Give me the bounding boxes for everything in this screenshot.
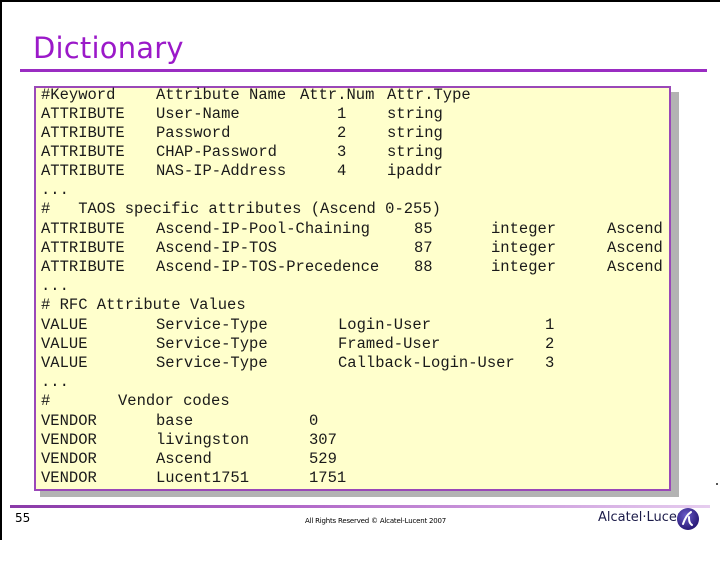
value-name: Login-User [338,316,432,334]
value-num: 2 [545,335,555,353]
attribute-num: 3 [337,143,347,161]
keyword: VENDOR [41,412,97,430]
attribute-name: Password [156,124,231,142]
attribute-num: 85 [414,220,433,238]
vendor-code: 529 [309,450,337,468]
attribute-type: string [387,143,443,161]
value-name: Callback-Login-User [338,354,515,372]
attribute-vendor: Ascend [607,258,663,276]
stray-mark [716,483,718,485]
vendor-comment: # Vendor codes [41,392,230,411]
attribute-vendor: Ascend [607,220,663,238]
vendor-code: 0 [309,412,319,430]
keyword: VENDOR [41,450,97,468]
attribute-num: 87 [414,239,433,257]
vendor-name: Lucent1751 [156,469,250,487]
attribute-row: ATTRIBUTE Ascend-IP-Pool-Chaining 85 int… [41,220,663,239]
keyword: ATTRIBUTE [41,162,125,180]
logo-glyph-icon [682,511,693,526]
attribute-name: CHAP-Password [156,143,277,161]
keyword: ATTRIBUTE [41,258,125,276]
attribute-name: NAS-IP-Address [156,162,287,180]
attribute-type: integer [491,258,557,276]
vendor-row: VENDOR Lucent1751 1751 [41,469,346,488]
values-comment: # RFC Attribute Values [41,296,246,314]
value-row: VALUE Service-Type Callback-Login-User 3 [41,354,554,373]
attribute-name: Ascend-IP-TOS [156,239,277,257]
attribute-name: User-Name [156,105,240,123]
value-attribute: Service-Type [156,316,268,334]
ellipsis-line: ... [41,373,69,391]
attribute-type: string [387,124,443,142]
attribute-row: ATTRIBUTE NAS-IP-Address 4 ipaddr [41,162,443,181]
attribute-type: ipaddr [387,162,443,180]
page-number: 55 [15,511,31,525]
header-name: Attribute Name [156,86,287,104]
value-num: 3 [545,354,555,372]
attribute-vendor: Ascend [607,239,663,257]
attribute-row: ATTRIBUTE Password 2 string [41,124,443,143]
taos-comment: # TAOS specific attributes (Ascend 0-255… [41,200,441,218]
keyword: VENDOR [41,431,97,449]
ellipsis-line: ... [41,181,69,199]
attribute-name: Ascend-IP-TOS-Precedence [156,258,380,276]
attribute-num: 1 [337,105,347,123]
attribute-row: ATTRIBUTE Ascend-IP-TOS 87 integer Ascen… [41,239,663,258]
header-num: Attr.Num [300,86,375,104]
vendor-row: VENDOR base 0 [41,412,318,431]
attribute-name: Ascend-IP-Pool-Chaining [156,220,370,238]
vendor-row: VENDOR Ascend 529 [41,450,337,469]
attribute-type: integer [491,239,557,257]
keyword: ATTRIBUTE [41,105,125,123]
keyword: ATTRIBUTE [41,143,125,161]
value-num: 1 [545,316,555,334]
keyword: VALUE [41,335,88,353]
value-attribute: Service-Type [156,335,268,353]
attribute-type: integer [491,220,557,238]
vendor-name: livingston [156,431,250,449]
attribute-type: string [387,105,443,123]
ellipsis-line: ... [41,277,69,295]
header-type: Attr.Type [387,86,471,104]
vendor-code: 307 [309,431,337,449]
keyword: VALUE [41,316,88,334]
slide-title: Dictionary [33,31,184,65]
value-row: VALUE Service-Type Framed-User 2 [41,335,554,354]
attribute-num: 88 [414,258,433,276]
footer-rule [10,505,710,508]
vendor-row: VENDOR livingston 307 [41,431,337,450]
keyword: ATTRIBUTE [41,124,125,142]
keyword: VALUE [41,354,88,372]
attribute-num: 4 [337,162,347,180]
header-keyword: #Keyword [41,86,116,104]
title-underline [20,69,707,72]
value-attribute: Service-Type [156,354,268,372]
vendor-name: base [156,412,194,430]
vendor-comment-hash: # [41,392,51,410]
header-row: #Keyword Attribute Name Attr.Num Attr.Ty… [41,86,471,105]
value-row: VALUE Service-Type Login-User 1 [41,316,554,335]
dictionary-code-box [34,86,671,491]
keyword: ATTRIBUTE [41,220,125,238]
attribute-row: ATTRIBUTE Ascend-IP-TOS-Precedence 88 in… [41,258,663,277]
alcatel-lucent-logo-icon [677,508,699,530]
attribute-row: ATTRIBUTE User-Name 1 string [41,105,443,124]
keyword: ATTRIBUTE [41,239,125,257]
attribute-row: ATTRIBUTE CHAP-Password 3 string [41,143,443,162]
vendor-comment-text: Vendor codes [118,392,230,410]
vendor-code: 1751 [309,469,347,487]
value-name: Framed-User [338,335,441,353]
copyright-text: All Rights Reserved © Alcatel-Lucent 200… [305,517,447,525]
keyword: VENDOR [41,469,97,487]
attribute-num: 2 [337,124,347,142]
vendor-name: Ascend [156,450,212,468]
